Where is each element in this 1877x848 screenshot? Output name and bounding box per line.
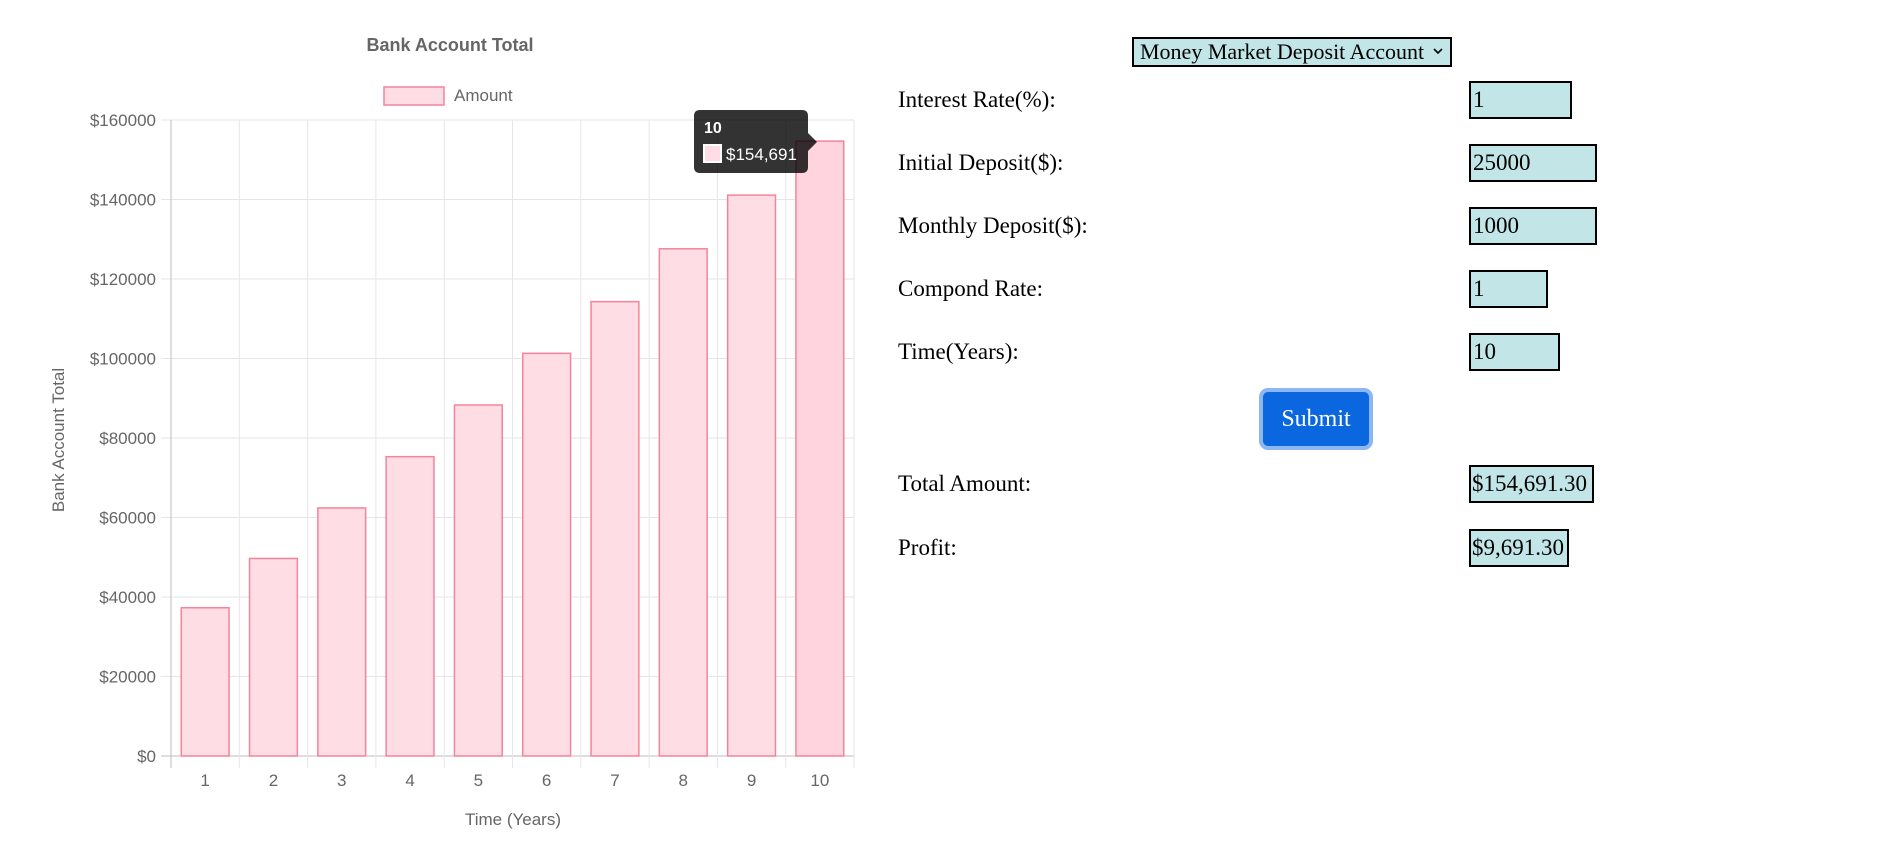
- tooltip-value: $154,691: [726, 145, 797, 164]
- y-axis-label: Bank Account Total: [49, 368, 68, 512]
- compound-rate-label: Compond Rate:: [898, 276, 1044, 301]
- y-tick-label: $40000: [99, 588, 156, 607]
- bar: [248, 557, 299, 757]
- y-tick-label: $140000: [90, 191, 156, 210]
- chart-title: Bank Account Total: [366, 35, 533, 55]
- total-amount-label: Total Amount:: [898, 471, 1032, 496]
- chevron-down-icon: [1433, 48, 1443, 55]
- interest-rate-label: Interest Rate(%):: [898, 87, 1056, 112]
- x-tick-label: 6: [542, 771, 551, 790]
- x-tick-label: 9: [747, 771, 756, 790]
- x-tick-label: 8: [679, 771, 688, 790]
- bar: [590, 300, 640, 757]
- bar: [795, 140, 845, 757]
- y-tick-label: $80000: [99, 429, 156, 448]
- profit-value: $9,691.30: [1469, 529, 1569, 567]
- x-axis-ticks: 1 2 3 4 5 6 7 8 9 10: [200, 771, 829, 790]
- account-type-select[interactable]: Money Market Deposit Account: [1132, 37, 1453, 67]
- tooltip-swatch: [703, 144, 722, 163]
- x-tick-label: 1: [200, 771, 209, 790]
- account-type-value: Money Market Deposit Account: [1140, 39, 1425, 64]
- initial-deposit-label: Initial Deposit($):: [898, 150, 1064, 175]
- x-tick-label: 3: [337, 771, 346, 790]
- y-tick-label: $0: [137, 747, 156, 766]
- bar: [180, 606, 230, 757]
- submit-button[interactable]: Submit: [1259, 388, 1373, 450]
- bar: [453, 404, 504, 757]
- bar: [521, 352, 572, 757]
- x-axis-label: Time (Years): [465, 810, 561, 829]
- x-tick-label: 10: [810, 771, 829, 790]
- bar: [317, 507, 367, 757]
- chart-tooltip: 10 $154,691: [694, 110, 817, 173]
- y-tick-label: $120000: [90, 270, 156, 289]
- calculator-form: Money Market Deposit Account Interest Ra…: [890, 0, 1650, 848]
- bar: [658, 248, 708, 757]
- profit-label: Profit:: [898, 535, 957, 560]
- legend-label: Amount: [454, 86, 513, 105]
- x-tick-label: 4: [405, 771, 414, 790]
- compound-rate-input[interactable]: [1469, 270, 1548, 308]
- y-tick-label: $160000: [90, 111, 156, 130]
- monthly-deposit-input[interactable]: [1469, 207, 1597, 245]
- initial-deposit-input[interactable]: [1469, 144, 1597, 182]
- total-amount-value: $154,691.30: [1469, 465, 1594, 503]
- y-tick-label: $20000: [99, 668, 156, 687]
- time-years-label: Time(Years):: [898, 339, 1019, 364]
- x-tick-label: 2: [269, 771, 278, 790]
- bar: [726, 194, 777, 757]
- bar: [385, 455, 435, 757]
- legend-swatch: [383, 86, 445, 106]
- x-tick-label: 7: [610, 771, 619, 790]
- x-tick-label: 5: [474, 771, 483, 790]
- y-tick-label: $100000: [90, 350, 156, 369]
- chart-legend[interactable]: Amount: [383, 86, 513, 106]
- interest-rate-input[interactable]: [1469, 81, 1572, 119]
- y-tick-label: $60000: [99, 509, 156, 528]
- monthly-deposit-label: Monthly Deposit($):: [898, 213, 1088, 238]
- y-axis-ticks: $0 $20000 $40000 $60000 $80000 $100000 $120000…: [90, 111, 156, 766]
- bank-account-chart: Bank Account Total Amount $0 $20000 $40000…: [49, 35, 855, 829]
- tooltip-title: 10: [704, 120, 722, 137]
- time-years-input[interactable]: [1469, 333, 1560, 371]
